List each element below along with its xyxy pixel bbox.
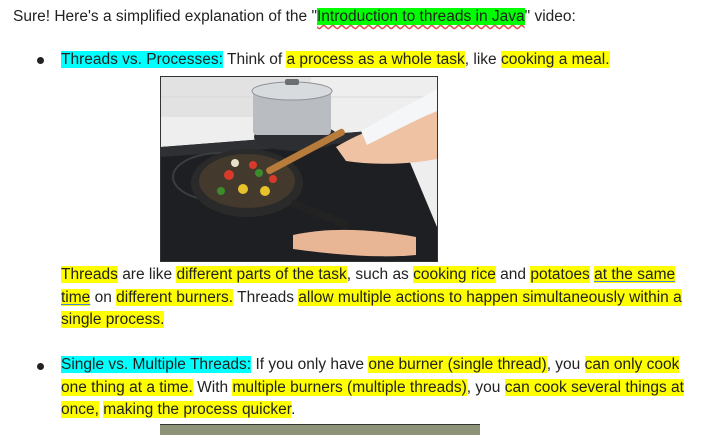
bullet-2 bbox=[37, 363, 44, 370]
item2-highlight-5: making the process quicker bbox=[103, 401, 292, 418]
item1-text-2: , like bbox=[464, 51, 497, 68]
item1-para-highlight-2: cooking rice bbox=[413, 266, 496, 283]
item1-paragraph: Threads are like different parts of the … bbox=[61, 264, 701, 332]
item1-para-highlight-5: different burners. bbox=[116, 288, 234, 306]
item2-highlight-1: one burner (single thread) bbox=[368, 356, 547, 373]
item1-para-text-3: and bbox=[500, 266, 527, 283]
item1-text-1: Think of bbox=[226, 51, 283, 68]
item1-para-threads: Threads bbox=[61, 266, 118, 283]
item1-highlight-1: a process as a whole task bbox=[286, 51, 465, 68]
second-photo-top-edge bbox=[160, 424, 480, 435]
list-item-threads-vs-processes: Threads vs. Processes: Think of a proces… bbox=[61, 49, 701, 72]
item1-para-text-1: are like bbox=[122, 266, 173, 283]
cooktop-illustration bbox=[161, 77, 437, 261]
item2-text-5: . bbox=[291, 401, 296, 418]
item2-text-1: If you only have bbox=[255, 356, 365, 373]
item1-para-text-5: Threads bbox=[237, 288, 294, 306]
list-item-single-vs-multiple-threads: Single vs. Multiple Threads: If you only… bbox=[61, 354, 701, 422]
item1-para-highlight-3: potatoes bbox=[530, 266, 590, 283]
intro-text-before: Sure! Here's a simplified explanation of… bbox=[13, 8, 317, 25]
item1-para-text-4: on bbox=[94, 288, 112, 306]
item1-para-highlight-1: different parts of the task bbox=[176, 266, 347, 283]
cooking-photo bbox=[160, 76, 438, 262]
item2-heading: Single vs. Multiple Threads: bbox=[61, 356, 252, 373]
item2-highlight-3: multiple burners (multiple threads) bbox=[232, 378, 467, 396]
intro-text-after: " video: bbox=[524, 8, 576, 25]
item1-heading: Threads vs. Processes: bbox=[61, 51, 223, 68]
intro-sentence: Sure! Here's a simplified explanation of… bbox=[13, 8, 576, 26]
bullet-1 bbox=[37, 57, 44, 64]
item2-text-4: , you bbox=[466, 378, 501, 396]
item1-para-text-2: , such as bbox=[346, 266, 409, 283]
item1-highlight-2: cooking a meal. bbox=[500, 51, 610, 68]
video-title: Introduction to threads in Java bbox=[316, 8, 525, 25]
item2-text-3: With bbox=[197, 378, 229, 396]
item2-text-2: , you bbox=[546, 356, 581, 373]
